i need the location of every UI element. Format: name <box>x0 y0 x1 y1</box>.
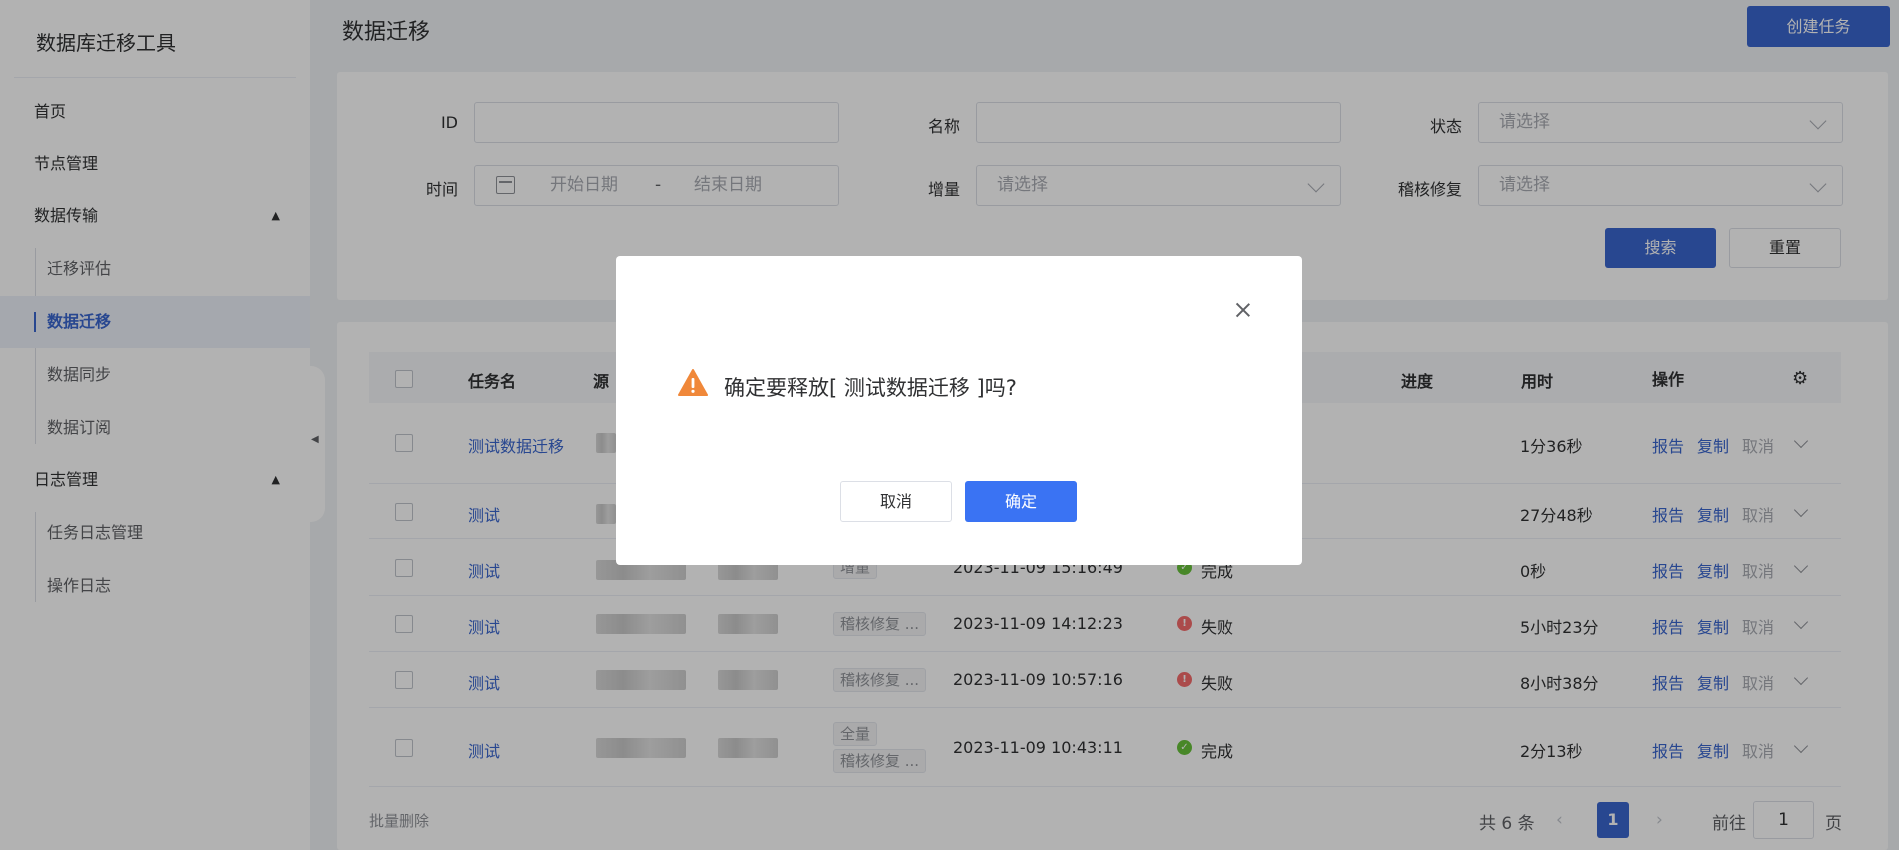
dialog-cancel-button[interactable]: 取消 <box>840 481 952 522</box>
warning-icon <box>678 369 708 396</box>
dialog-message: 确定要释放[ 测试数据迁移 ]吗? <box>724 376 1017 400</box>
confirm-dialog: 确定要释放[ 测试数据迁移 ]吗? 取消 确定 <box>616 256 1302 565</box>
close-icon[interactable] <box>1233 300 1253 320</box>
dialog-confirm-button[interactable]: 确定 <box>965 481 1077 522</box>
